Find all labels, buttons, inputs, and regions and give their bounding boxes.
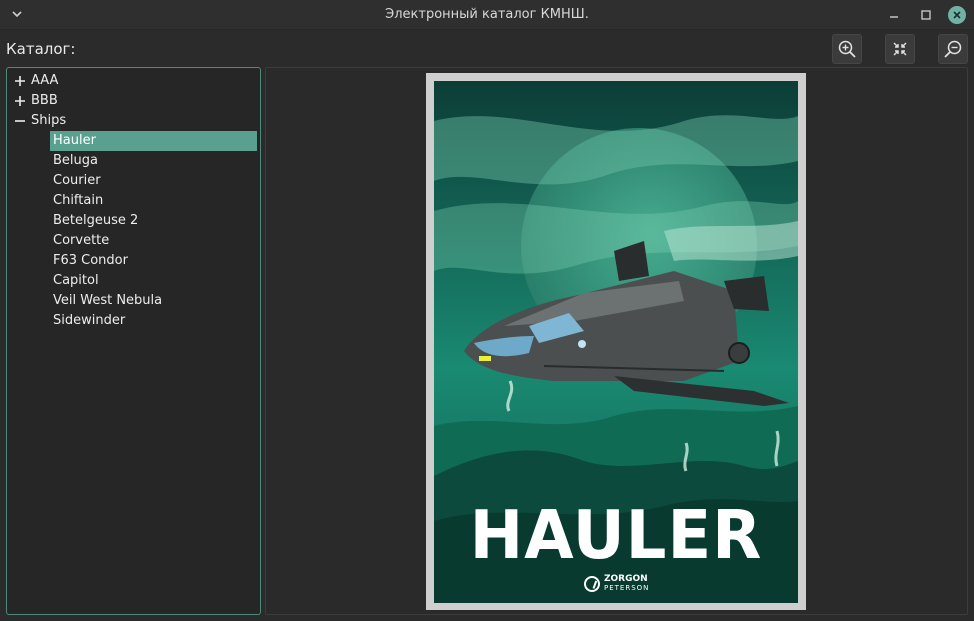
window-title: Электронный каталог КМНШ.	[385, 7, 589, 22]
tree-item-betelgeuse-2[interactable]: Betelgeuse 2	[50, 211, 257, 231]
zorgon-peterson-logo: ZORGON PETERSON	[584, 575, 649, 592]
zorgon-logo-icon	[584, 575, 600, 592]
tree-item-chiftain[interactable]: Chiftain	[50, 191, 257, 211]
close-button[interactable]	[948, 6, 966, 24]
catalog-label: Каталог:	[6, 40, 76, 58]
tree-group-label: AAA	[31, 73, 59, 88]
logo-brand-text: ZORGON	[604, 574, 648, 584]
expand-plus-icon[interactable]	[13, 94, 27, 108]
tree-group-label: BBB	[31, 93, 58, 108]
catalog-tree[interactable]: AAA BBB Ships Hauler Beluga Courier Chif…	[6, 67, 261, 615]
zoom-out-icon	[944, 40, 962, 58]
ship-poster: HAULER ZORGON PETERSON	[434, 81, 798, 603]
tree-item-courier[interactable]: Courier	[50, 171, 257, 191]
tree-item-hauler[interactable]: Hauler	[50, 131, 257, 151]
tree-item-corvette[interactable]: Corvette	[50, 231, 257, 251]
tree-item-veil-west-nebula[interactable]: Veil West Nebula	[50, 291, 257, 311]
zoom-out-button[interactable]	[938, 34, 968, 64]
tree-item-beluga[interactable]: Beluga	[50, 151, 257, 171]
zoom-in-icon	[838, 40, 856, 58]
collapse-minus-icon[interactable]	[13, 114, 27, 128]
tree-group-aaa[interactable]: AAA	[13, 71, 253, 91]
fit-to-window-button[interactable]	[885, 34, 915, 64]
tree-item-f63-condor[interactable]: F63 Condor	[50, 251, 257, 271]
tree-group-ships[interactable]: Ships	[13, 111, 253, 131]
logo-sub-text: PETERSON	[604, 584, 650, 592]
expand-plus-icon[interactable]	[13, 74, 27, 88]
minimize-icon	[890, 16, 898, 18]
fit-to-window-icon	[893, 42, 907, 56]
tree-group-label: Ships	[31, 113, 67, 128]
maximize-icon	[921, 10, 931, 20]
close-icon	[953, 11, 961, 19]
poster-title: HAULER	[469, 497, 763, 575]
image-viewer[interactable]: HAULER ZORGON PETERSON	[265, 67, 968, 615]
poster-frame: HAULER ZORGON PETERSON	[426, 73, 806, 610]
maximize-button[interactable]	[917, 6, 935, 24]
tree-group-bbb[interactable]: BBB	[13, 91, 253, 111]
zoom-in-button[interactable]	[832, 34, 862, 64]
title-bar: Электронный каталог КМНШ.	[0, 0, 974, 30]
tree-item-capitol[interactable]: Capitol	[50, 271, 257, 291]
tree-item-sidewinder[interactable]: Sidewinder	[50, 311, 257, 331]
minimize-button[interactable]	[885, 6, 903, 24]
